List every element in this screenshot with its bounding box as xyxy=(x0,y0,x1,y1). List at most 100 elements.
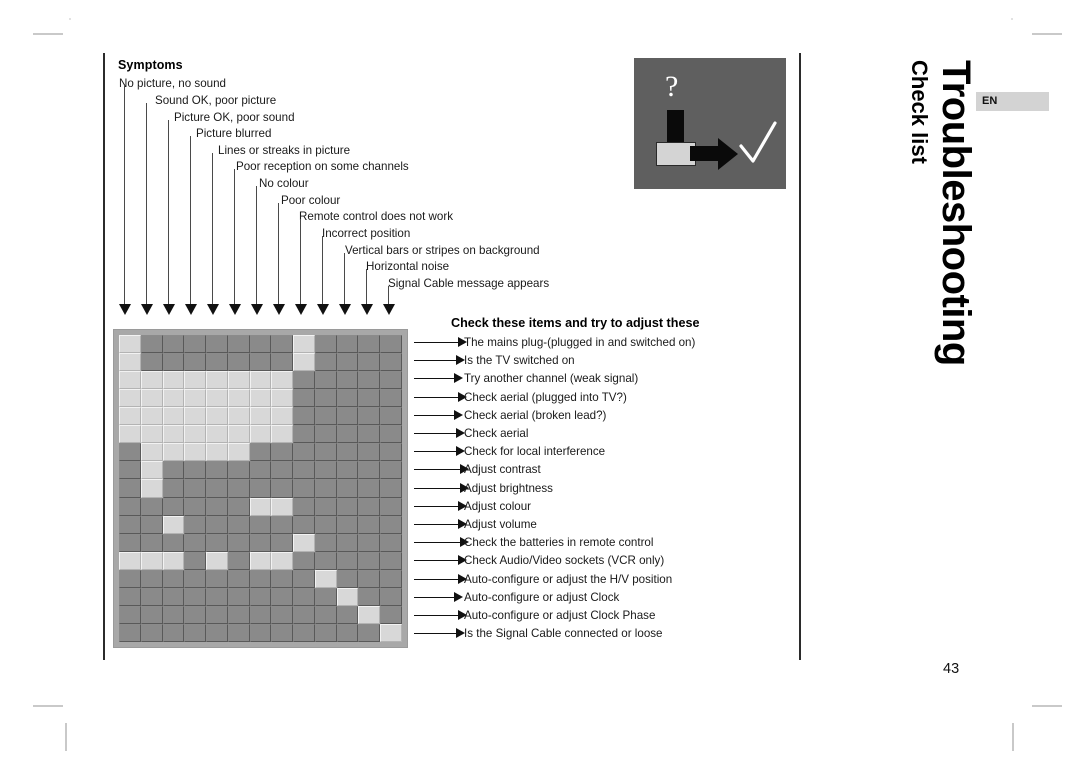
symptom-label-7: Poor colour xyxy=(281,194,341,207)
matrix-cell xyxy=(119,335,141,354)
symptom-label-3: Picture blurred xyxy=(196,127,272,140)
matrix-cell xyxy=(293,371,315,390)
matrix-cell xyxy=(380,497,402,516)
matrix-cell xyxy=(184,425,207,444)
checklist-row: Adjust colour xyxy=(414,499,734,515)
matrix-cell xyxy=(184,461,207,480)
matrix-cell xyxy=(380,389,402,408)
checklist-item-label: Check Audio/Video sockets (VCR only) xyxy=(464,554,665,568)
matrix-cell xyxy=(314,389,337,408)
matrix-cell xyxy=(314,623,337,642)
matrix-cell xyxy=(336,335,359,354)
matrix-cell xyxy=(206,371,228,390)
checklist-item-label: Auto-configure or adjust Clock Phase xyxy=(464,609,656,622)
checklist-item-label: Is the TV switched on xyxy=(464,354,575,368)
registration-dot-right xyxy=(1011,18,1013,20)
matrix-cell xyxy=(249,389,272,408)
symptom-arrow-11 xyxy=(361,304,373,315)
matrix-cell xyxy=(293,389,315,408)
checklist-arrow-shaft xyxy=(414,524,458,525)
matrix-cell xyxy=(184,371,207,390)
crop-mark-bottom-left xyxy=(33,705,63,707)
matrix-cell xyxy=(358,461,381,480)
matrix-cell xyxy=(293,353,315,372)
matrix-cell xyxy=(249,371,272,390)
symptom-label-9: Incorrect position xyxy=(322,227,411,240)
checklist-arrow-shaft xyxy=(414,596,454,598)
matrix-cell xyxy=(119,479,141,498)
matrix-cell xyxy=(358,443,381,462)
matrix-cell xyxy=(119,407,141,426)
symptom-label-10: Vertical bars or stripes on background xyxy=(345,244,540,257)
checklist-item-label: Check the batteries in remote control xyxy=(464,536,654,550)
matrix-cell xyxy=(184,353,207,372)
symptom-leader-6 xyxy=(256,186,257,304)
symptom-label-2: Picture OK, poor sound xyxy=(174,111,295,124)
symptom-leader-11 xyxy=(366,269,367,304)
matrix-cell xyxy=(293,587,315,606)
matrix-cell xyxy=(227,479,250,498)
symptoms-heading: Symptoms xyxy=(118,58,183,72)
checklist-arrow-shaft xyxy=(414,433,456,434)
checklist-item-label: Check aerial (plugged into TV?) xyxy=(464,390,627,404)
matrix-cell xyxy=(314,569,337,588)
symptom-arrow-12 xyxy=(383,304,395,315)
checklist-arrow-shaft xyxy=(414,542,460,544)
matrix-cell xyxy=(271,623,294,642)
checklist-arrow-shaft xyxy=(414,615,458,616)
symptom-arrow-0 xyxy=(119,304,131,315)
symptom-leader-7 xyxy=(278,203,279,304)
matrix-cell xyxy=(271,587,294,606)
matrix-cell xyxy=(227,533,250,552)
matrix-cell xyxy=(314,407,337,426)
matrix-cell xyxy=(184,335,207,354)
matrix-cell xyxy=(140,623,163,642)
document-page: Symptoms No picture, no sound Sound OK, … xyxy=(0,0,1080,763)
symptom-leader-4 xyxy=(212,153,213,304)
matrix-cell xyxy=(249,335,272,354)
matrix-cell xyxy=(358,515,381,534)
matrix-cell xyxy=(314,335,337,354)
matrix-cell xyxy=(293,515,315,534)
matrix-cell xyxy=(380,335,402,354)
matrix-cell xyxy=(249,425,272,444)
matrix-cell xyxy=(249,515,272,534)
matrix-cell xyxy=(293,497,315,516)
matrix-cell xyxy=(119,515,141,534)
matrix-cell xyxy=(162,371,185,390)
checklist-row: Check the batteries in remote control xyxy=(414,535,734,551)
matrix-cell xyxy=(314,587,337,606)
checklist-row: Auto-configure or adjust Clock Phase xyxy=(414,608,734,624)
matrix-cell xyxy=(249,353,272,372)
symptom-leader-3 xyxy=(190,136,191,304)
symptom-leader-9 xyxy=(322,236,323,304)
matrix-cell xyxy=(119,605,141,624)
symptom-label-0: No picture, no sound xyxy=(119,77,226,90)
matrix-cell xyxy=(336,587,359,606)
matrix-cell xyxy=(140,461,163,480)
matrix-cell xyxy=(293,425,315,444)
matrix-cell xyxy=(119,569,141,588)
matrix-cell xyxy=(206,605,228,624)
matrix-cell xyxy=(358,497,381,516)
matrix-cell xyxy=(162,335,185,354)
matrix-cell xyxy=(227,515,250,534)
symptom-label-11: Horizontal noise xyxy=(366,260,450,273)
checklist-item-label: Check for local interference xyxy=(464,445,606,459)
matrix-cell xyxy=(119,353,141,372)
checklist-row: Check for local interference xyxy=(414,444,734,460)
matrix-cell xyxy=(249,479,272,498)
matrix-cell xyxy=(140,605,163,624)
checklist-item-label: Check aerial xyxy=(464,427,529,440)
matrix-cell xyxy=(162,515,185,534)
matrix-cell xyxy=(119,623,141,642)
checklist-arrow-shaft xyxy=(414,633,456,635)
matrix-cell xyxy=(227,623,250,642)
checklist-row: Check aerial (broken lead?) xyxy=(414,408,734,424)
symptom-leader-0 xyxy=(124,86,125,304)
symptom-leader-8 xyxy=(300,219,301,304)
matrix-cell xyxy=(227,371,250,390)
symptom-leader-2 xyxy=(168,120,169,304)
matrix-cell xyxy=(380,587,402,606)
symptom-arrow-8 xyxy=(295,304,307,315)
